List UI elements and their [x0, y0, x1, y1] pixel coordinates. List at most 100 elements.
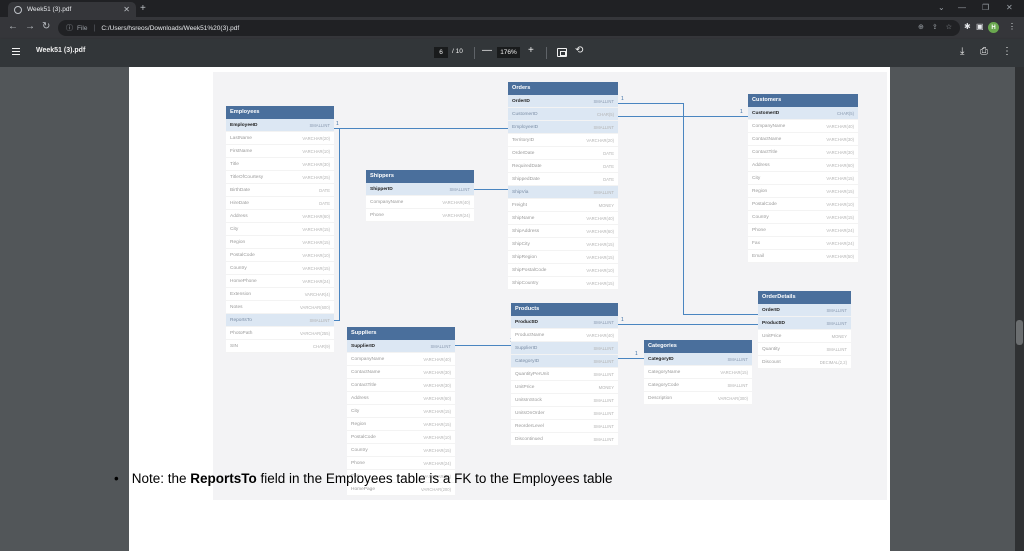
column-type: SMALLINT: [593, 98, 614, 104]
zoom-in-button[interactable]: +: [528, 45, 534, 56]
column-type: SMALLINT: [593, 423, 614, 429]
column-type: VARCHAR(30): [826, 136, 854, 142]
column-row: PostalCode VARCHAR(10): [347, 431, 455, 444]
column-name: ContactTitle: [752, 149, 778, 155]
column-name: CategoryID: [648, 356, 674, 362]
url-separator: |: [93, 24, 96, 32]
print-icon[interactable]: ⎙: [980, 46, 988, 57]
column-name: Address: [230, 213, 248, 219]
column-type: SMALLINT: [593, 410, 614, 416]
rel-shippers-orders: [474, 189, 508, 190]
browser-menu-icon[interactable]: ⋮: [1008, 22, 1016, 31]
column-type: VARCHAR(40): [423, 356, 451, 362]
info-icon[interactable]: ⓘ: [66, 23, 73, 33]
column-name: SupplierID: [515, 345, 538, 351]
bookmark-star-icon[interactable]: ☆: [946, 23, 952, 31]
column-type: VARCHAR(15): [586, 254, 614, 260]
note-before: Note: the: [131, 471, 191, 486]
column-type: SMALLINT: [593, 319, 614, 325]
column-row: PhotoPath VARCHAR(255): [226, 327, 334, 340]
column-name: City: [230, 226, 239, 232]
column-name: QuantityPerUnit: [515, 371, 549, 377]
column-type: VARCHAR(40): [442, 199, 470, 205]
menu-icon[interactable]: [12, 48, 20, 55]
column-name: ShipName: [512, 215, 535, 221]
column-row: SupplierID SMALLINT: [347, 340, 455, 353]
column-row: LastName VARCHAR(20): [226, 132, 334, 145]
zoom-level-input[interactable]: 176%: [497, 47, 520, 58]
rel-reportsto-vertical: [339, 128, 340, 321]
column-type: SMALLINT: [449, 186, 470, 192]
dropdown-icon[interactable]: ⌄: [938, 3, 945, 12]
browser-toolbar: ← → ↻ ⓘ File | C:/Users/hsreos/Downloads…: [0, 17, 1024, 39]
column-row: ProductName VARCHAR(40): [511, 329, 618, 342]
profile-avatar[interactable]: H: [988, 22, 999, 33]
column-type: VARCHAR(10): [586, 267, 614, 273]
column-name: City: [351, 408, 360, 414]
column-row: EmployeeID SMALLINT: [508, 121, 618, 134]
table-shippers: Shippers ShipperID SMALLINT CompanyName VARC…: [366, 170, 474, 222]
column-row: ReportsTo SMALLINT: [226, 314, 334, 327]
column-type: VARCHAR(30): [826, 149, 854, 155]
table-header: Products: [511, 303, 618, 316]
column-name: UnitPrice: [762, 333, 782, 339]
column-row: SIN CHAR(9): [226, 340, 334, 353]
column-type: VARCHAR(24): [423, 460, 451, 466]
column-type: SMALLINT: [727, 356, 748, 362]
column-row: CategoryID SMALLINT: [644, 353, 752, 366]
download-icon[interactable]: ⤓: [960, 46, 964, 57]
back-icon[interactable]: ←: [8, 21, 18, 32]
scrollbar-thumb[interactable]: [1016, 320, 1023, 345]
column-type: VARCHAR(40): [586, 332, 614, 338]
column-type: VARCHAR(24): [826, 227, 854, 233]
column-type: VARCHAR(24): [302, 278, 330, 284]
close-tab-icon[interactable]: ✕: [123, 5, 130, 14]
column-row: CompanyName VARCHAR(40): [347, 353, 455, 366]
table-orders: Orders OrderID SMALLINT CustomerID CHAR(5) Em…: [508, 82, 618, 290]
column-name: SIN: [230, 343, 238, 349]
close-window-icon[interactable]: ✕: [1006, 3, 1013, 12]
minimize-icon[interactable]: —: [958, 3, 966, 12]
column-row: ContactTitle VARCHAR(30): [748, 146, 858, 159]
column-name: ShipperID: [370, 186, 393, 192]
rel-categories-products: [618, 358, 644, 359]
column-name: LastName: [230, 135, 252, 141]
url-text: C:/Users/hsreos/Downloads/Week51%20(3).p…: [101, 24, 240, 32]
maximize-icon[interactable]: ❐: [982, 3, 989, 12]
column-row: ShipVia SMALLINT: [508, 186, 618, 199]
extensions-icon[interactable]: ✱: [964, 22, 971, 31]
column-row: Country VARCHAR(15): [347, 444, 455, 457]
column-row: UnitPrice MONEY: [511, 381, 618, 394]
more-actions-icon[interactable]: ⋮: [1002, 46, 1012, 57]
fit-page-icon[interactable]: [557, 48, 567, 57]
zoom-icon[interactable]: ⊕: [918, 23, 924, 31]
column-name: ShipPostalCode: [512, 267, 547, 273]
rotate-icon[interactable]: ⟲: [575, 45, 583, 56]
share-icon[interactable]: ⇪: [932, 23, 938, 31]
column-row: Address VARCHAR(60): [748, 159, 858, 172]
side-panel-icon[interactable]: ▣: [976, 22, 984, 31]
column-row: PostalCode VARCHAR(10): [748, 198, 858, 211]
zoom-out-button[interactable]: —: [482, 45, 492, 56]
column-row: CustomerID CHAR(5): [748, 107, 858, 120]
forward-icon[interactable]: →: [25, 21, 35, 32]
reload-icon[interactable]: ↻: [42, 21, 50, 32]
column-type: SMALLINT: [593, 397, 614, 403]
column-type: VARCHAR(60): [586, 228, 614, 234]
tab-strip: Week51 (3).pdf ✕ + ⌄ — ❐ ✕: [0, 0, 1024, 17]
column-row: ContactName VARCHAR(30): [748, 133, 858, 146]
column-name: CustomerID: [512, 111, 538, 117]
column-row: Region VARCHAR(15): [226, 236, 334, 249]
column-name: CompanyName: [351, 356, 385, 362]
vertical-scrollbar[interactable]: [1015, 67, 1024, 551]
browser-tab[interactable]: Week51 (3).pdf ✕: [8, 2, 136, 17]
table-header: Orders: [508, 82, 618, 95]
column-row: Phone VARCHAR(24): [366, 209, 474, 222]
column-row: ProductID SMALLINT: [758, 317, 851, 330]
new-tab-icon[interactable]: +: [140, 3, 146, 14]
page-number-input[interactable]: 6: [434, 47, 448, 58]
column-type: VARCHAR(15): [423, 408, 451, 414]
note-text: • Note: the ReportsTo field in the Employ…: [114, 471, 612, 486]
column-type: CHAR(9): [313, 343, 330, 349]
address-bar[interactable]: ⓘ File | C:/Users/hsreos/Downloads/Week5…: [58, 20, 960, 36]
